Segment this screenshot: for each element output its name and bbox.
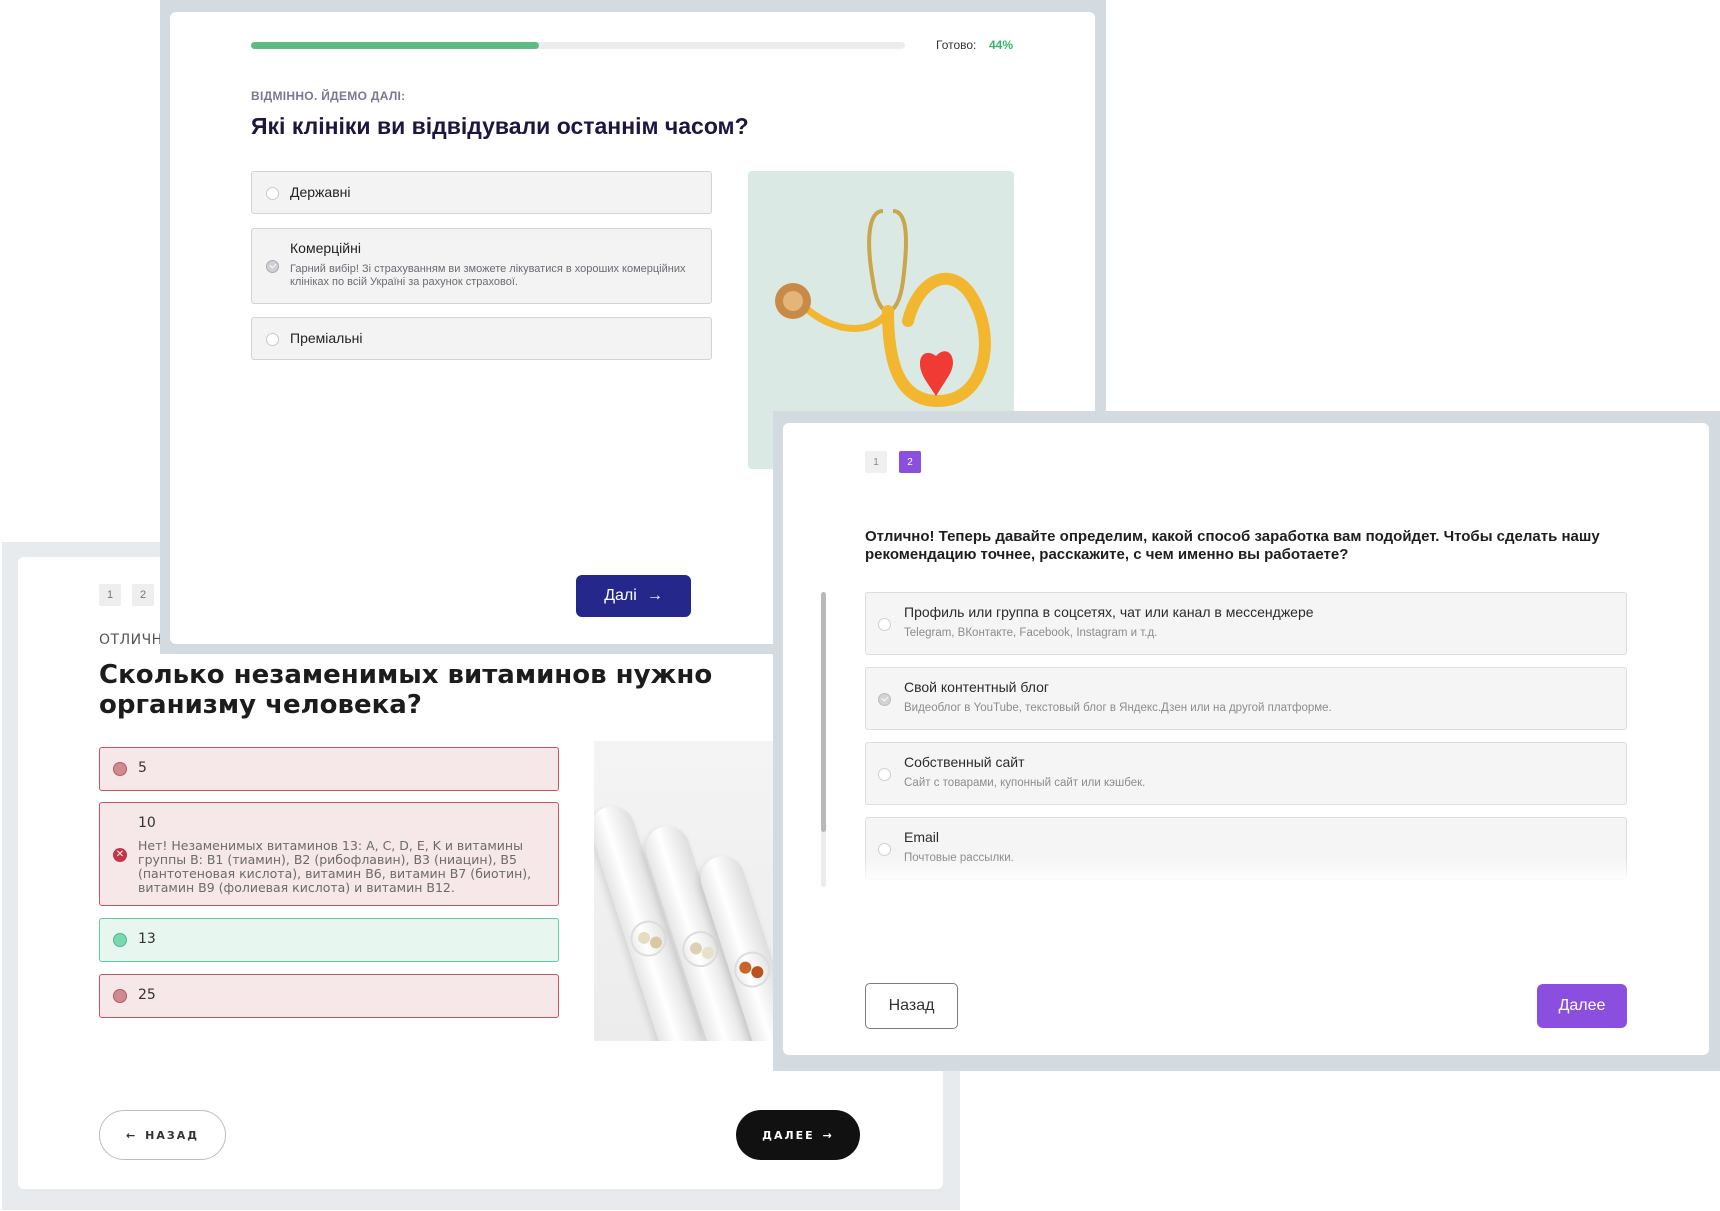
option-label: 25: [138, 987, 156, 1003]
option-label: Email: [904, 829, 940, 845]
back-label: НАЗАД: [145, 1128, 200, 1142]
income-option-blog[interactable]: Свой контентный блог Видеоблог в YouTube…: [865, 667, 1627, 730]
option-label: Собственный сайт: [904, 754, 1025, 770]
income-next-button[interactable]: Далее: [1537, 984, 1627, 1028]
vitamin-option-13[interactable]: 13: [99, 918, 559, 962]
step-1[interactable]: 1: [99, 584, 121, 606]
option-label: Преміальні: [290, 330, 363, 346]
clinic-option-commercial[interactable]: Комерційні Гарний вибір! Зі страхуванням…: [251, 228, 712, 304]
option-hint: Видеоблог в YouTube, текстовый блог в Ян…: [904, 702, 1332, 714]
vitamin-question-title: Сколько незаменимых витаминов нужно орга…: [99, 660, 713, 720]
income-quiz-card: [783, 423, 1709, 1055]
income-option-site[interactable]: Собственный сайт Сайт с товарами, купонн…: [865, 742, 1627, 805]
wrong-dot-icon: [113, 989, 127, 1003]
vitamin-option-25[interactable]: 25: [99, 974, 559, 1018]
option-label: 5: [138, 760, 147, 776]
option-hint: Нет! Незаменимых витаминов 13: A, C, D, …: [138, 838, 532, 895]
progress-label: Готово:: [936, 38, 977, 52]
pill-bottles-image: [594, 741, 794, 1041]
next-label: Далі: [604, 587, 637, 604]
radio-icon: [878, 843, 891, 856]
step-2-active[interactable]: 2: [899, 451, 921, 473]
income-back-button[interactable]: Назад: [865, 983, 958, 1029]
clinic-next-button[interactable]: Далі →: [576, 575, 691, 617]
step-1[interactable]: 1: [865, 451, 887, 473]
progress-bar: [251, 42, 905, 49]
vitamin-option-5[interactable]: 5: [99, 747, 559, 791]
vitamin-next-button[interactable]: ДАЛЕЕ →: [736, 1110, 860, 1160]
composite-screenshot: 1 2 ОТЛИЧНО Сколько незаменимых витамино…: [0, 0, 1720, 1211]
scrollbar-thumb[interactable]: [821, 592, 826, 832]
option-hint: Сайт с товарами, купонный сайт или кэшбе…: [904, 777, 1146, 789]
option-label: Профиль или группа в соцсетях, чат или к…: [904, 604, 1314, 620]
option-label: 13: [138, 931, 156, 947]
income-step-indicator: 1 2: [865, 451, 921, 473]
radio-icon: [266, 187, 279, 200]
vitamin-step-indicator: 1 2: [99, 584, 154, 606]
option-hint: Гарний вибір! Зі страхуванням ви зможете…: [290, 263, 686, 288]
wrong-x-icon: ✕: [113, 848, 127, 862]
progress-value: 44%: [989, 38, 1014, 52]
option-label: 10: [138, 815, 156, 831]
next-label: ДАЛЕЕ: [762, 1128, 815, 1142]
correct-dot-icon: [113, 933, 127, 947]
radio-icon: [878, 768, 891, 781]
options-scrollbar[interactable]: [821, 592, 826, 887]
radio-icon: [266, 333, 279, 346]
arrow-right-icon: →: [822, 1128, 834, 1142]
progress-bar-fill: [251, 42, 539, 49]
list-fade-overlay: [865, 858, 1627, 880]
radio-checked-icon: [266, 260, 279, 273]
arrow-right-icon: →: [646, 587, 663, 604]
wrong-dot-icon: [113, 762, 127, 776]
arrow-left-icon: ←: [125, 1128, 138, 1142]
option-label: Свой контентный блог: [904, 679, 1049, 695]
vitamin-option-10[interactable]: ✕ 10 Нет! Незаменимых витаминов 13: A, C…: [99, 802, 559, 906]
income-question-title: Отлично! Теперь давайте определим, какой…: [865, 528, 1600, 563]
radio-icon: [878, 618, 891, 631]
clinic-option-state[interactable]: Державні: [251, 171, 712, 214]
option-hint: Telegram, ВКонтакте, Facebook, Instagram…: [904, 627, 1158, 639]
step-2[interactable]: 2: [132, 584, 154, 606]
vitamin-back-button[interactable]: ← НАЗАД: [99, 1110, 226, 1160]
clinic-question-title: Які клініки ви відвідували останнім часо…: [251, 113, 749, 139]
option-label: Державні: [290, 184, 351, 200]
clinic-option-premium[interactable]: Преміальні: [251, 317, 712, 360]
radio-checked-icon: [878, 693, 891, 706]
income-option-social[interactable]: Профиль или группа в соцсетях, чат или к…: [865, 592, 1627, 655]
clinic-kicker: ВІДМІННО. ЙДЕМО ДАЛІ:: [251, 89, 406, 103]
option-label: Комерційні: [290, 240, 361, 256]
